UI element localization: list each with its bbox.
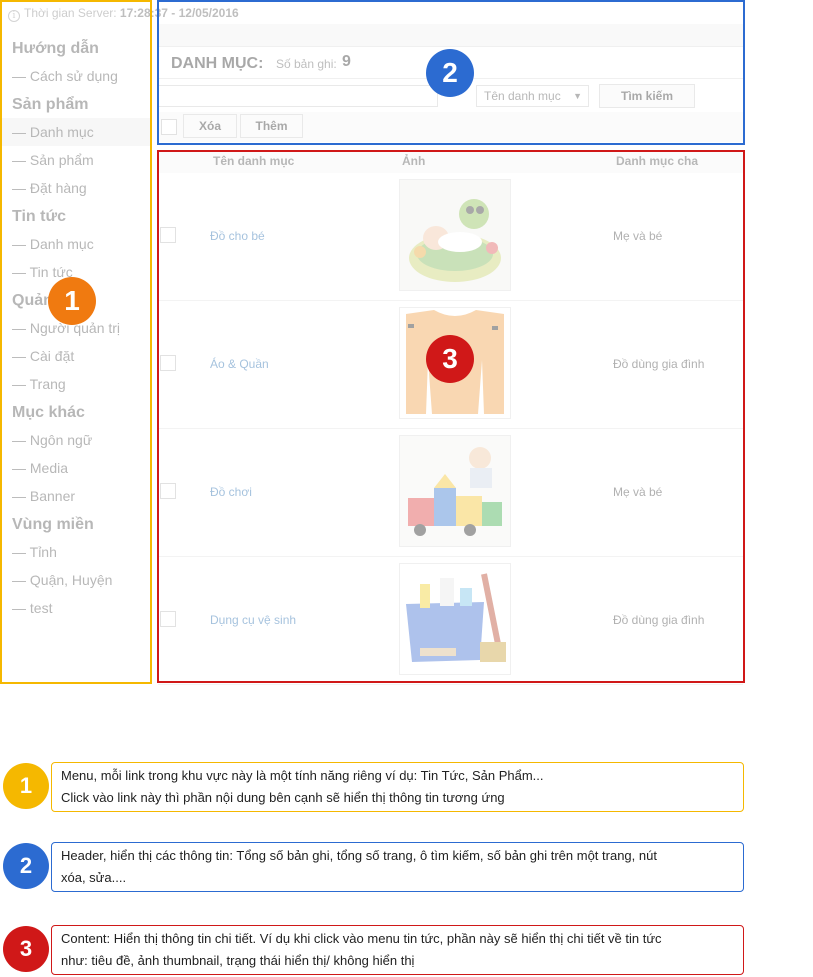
legend-marker-1: 1 [3,763,49,809]
marker-2: 2 [426,49,474,97]
marker-1: 1 [48,277,96,325]
legend-content-description: Content: Hiển thị thông tin chi tiết. Ví… [51,925,744,975]
legend-3-line-2: như: tiêu đề, ảnh thumbnail, trạng thái … [61,953,415,968]
marker-3: 3 [426,335,474,383]
menu-highlight-box [0,0,152,684]
legend-marker-2: 2 [3,843,49,889]
content-highlight-box [157,150,745,683]
legend-2-line-1: Header, hiển thị các thông tin: Tổng số … [61,848,657,863]
legend-2-line-2: xóa, sửa.... [61,870,127,885]
legend-3-line-1: Content: Hiển thị thông tin chi tiết. Ví… [61,931,662,946]
legend-menu-description: Menu, mỗi link trong khu vực này là một … [51,762,744,812]
legend-marker-3: 3 [3,926,49,972]
legend-header-description: Header, hiển thị các thông tin: Tổng số … [51,842,744,892]
legend-1-line-2: Click vào link này thì phần nội dung bên… [61,790,505,805]
legend-1-line-1: Menu, mỗi link trong khu vực này là một … [61,768,544,783]
